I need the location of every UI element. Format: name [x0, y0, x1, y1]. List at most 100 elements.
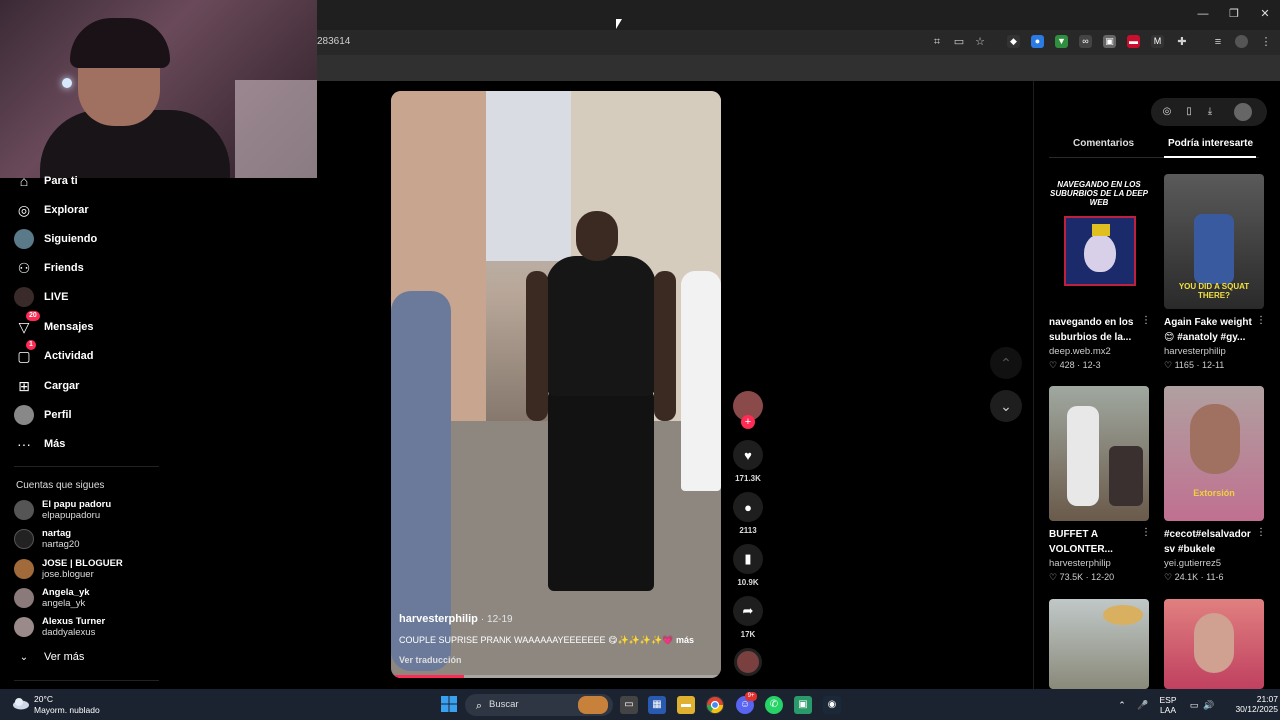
- profile-avatar-icon[interactable]: [1235, 35, 1248, 48]
- url-text[interactable]: 283614: [317, 36, 350, 47]
- sidebar-item-perfil[interactable]: Perfil: [14, 404, 72, 426]
- following-account[interactable]: Angela_yk angela_yk: [14, 584, 90, 612]
- cast-icon[interactable]: ▭: [952, 35, 966, 49]
- chevron-up-icon[interactable]: ⌃: [1113, 696, 1131, 714]
- cloud-weather-icon[interactable]: [12, 696, 30, 710]
- card-title: BUFFET A VOLONTER...: [1049, 529, 1113, 555]
- more-options-icon[interactable]: ⋮: [1256, 315, 1266, 326]
- video-frame: [681, 271, 721, 491]
- more-link[interactable]: más: [676, 635, 694, 645]
- next-video-button[interactable]: ⌄: [990, 390, 1022, 422]
- browser-menu-icon[interactable]: ⋮: [1259, 35, 1273, 49]
- compass-icon[interactable]: ◎: [1160, 105, 1174, 119]
- share-button[interactable]: ➦ 17K: [733, 596, 763, 639]
- account-handle: elpapupadoru: [42, 510, 101, 521]
- avatar[interactable]: [1234, 103, 1252, 121]
- sidebar-item-siguiendo[interactable]: Siguiendo: [14, 228, 97, 250]
- windows-start-icon[interactable]: [440, 696, 458, 714]
- steam-icon[interactable]: ◉: [823, 696, 841, 714]
- sidebar-item-friends[interactable]: ⚇ Friends: [14, 257, 84, 279]
- store-icon[interactable]: ▦: [648, 696, 666, 714]
- recommended-video-card[interactable]: ⋮ BUFFET A VOLONTER... harvesterphilip ♡…: [1049, 386, 1151, 583]
- sidebar-item-para-ti[interactable]: ⌂ Para ti: [14, 170, 78, 192]
- extension-icon[interactable]: ▬: [1127, 35, 1140, 48]
- recommended-video-card[interactable]: [1049, 599, 1150, 689]
- heart-icon: ♥: [733, 440, 763, 470]
- extension-icon[interactable]: ◆: [1007, 35, 1020, 48]
- video-player[interactable]: harvesterphilip · 12-19 COUPLE SUPRISE P…: [391, 91, 721, 678]
- extension-icon[interactable]: ●: [1031, 35, 1044, 48]
- sidebar-item-actividad[interactable]: ▢ 1 Actividad: [14, 340, 94, 367]
- recommended-video-card[interactable]: NAVEGANDO EN LOS SUBURBIOS DE LA DEEP WE…: [1049, 174, 1151, 371]
- volume-icon[interactable]: 🔊: [1200, 696, 1218, 714]
- right-panel: [1033, 81, 1280, 689]
- recommended-video-card[interactable]: [1164, 599, 1265, 689]
- sidebar-item-label: Perfil: [44, 409, 72, 421]
- video-author[interactable]: harvesterphilip · 12-19: [399, 613, 715, 625]
- share-arrow-icon: ➦: [733, 596, 763, 626]
- more-options-icon[interactable]: ⋮: [1256, 527, 1266, 538]
- video-thumbnail: YOU DID A SQUAT THERE?: [1164, 174, 1264, 309]
- previous-video-button[interactable]: ⌃: [990, 347, 1022, 379]
- minimize-button[interactable]: —: [1188, 6, 1218, 22]
- microphone-icon[interactable]: 🎤: [1134, 696, 1152, 714]
- heart-outline-icon: ♡: [1049, 572, 1058, 582]
- extension-icon[interactable]: M: [1151, 35, 1164, 48]
- music-disc-icon[interactable]: [734, 648, 762, 676]
- phone-icon[interactable]: ▯: [1182, 105, 1196, 119]
- account-name: JOSE | BLOGUER: [42, 558, 123, 569]
- video-caption: harvesterphilip · 12-19 COUPLE SUPRISE P…: [399, 613, 715, 665]
- see-more-button[interactable]: ⌄ Ver más: [14, 646, 85, 668]
- sidebar-item-mas[interactable]: ··· Más: [14, 433, 65, 455]
- more-options-icon[interactable]: ⋮: [1141, 527, 1151, 538]
- like-button[interactable]: ♥ 171.3K: [733, 440, 763, 483]
- comment-count: 2113: [739, 526, 757, 535]
- screen: — ❐ ✕ 283614 ⌗ ▭ ☆ ◆ ● ▼ ∞ ▣ ▬ M ✚ ≡ ⋮ ⌂…: [0, 0, 1280, 720]
- video-progress-bar[interactable]: [391, 675, 721, 678]
- clock[interactable]: 21:07 30/12/2025: [1230, 694, 1278, 714]
- tab-podria-interesarte[interactable]: Podría interesarte: [1168, 138, 1253, 149]
- media-control-icon[interactable]: ≡: [1211, 35, 1225, 49]
- sidebar-item-live[interactable]: LIVE: [14, 286, 68, 308]
- following-account[interactable]: El papu padoru elpapupadoru: [14, 496, 111, 524]
- task-view-icon[interactable]: ▭: [620, 696, 638, 714]
- language-indicator[interactable]: ESP LAA: [1156, 695, 1180, 715]
- extension-icon[interactable]: ▣: [1103, 35, 1116, 48]
- more-options-icon[interactable]: ⋮: [1141, 315, 1151, 326]
- card-author: harvesterphilip: [1049, 558, 1111, 569]
- streamer-hair: [70, 18, 170, 68]
- app-icon[interactable]: ▣: [794, 696, 812, 714]
- tab-comentarios[interactable]: Comentarios: [1073, 138, 1134, 149]
- follow-plus-icon[interactable]: +: [741, 415, 755, 429]
- following-account[interactable]: JOSE | BLOGUER jose.bloguer: [14, 555, 123, 583]
- download-icon[interactable]: ⤓: [1203, 105, 1217, 119]
- extension-icon[interactable]: ∞: [1079, 35, 1092, 48]
- file-explorer-icon[interactable]: ▬: [677, 696, 695, 714]
- translate-link[interactable]: Ver traducción: [399, 655, 715, 665]
- sidebar-item-label: Para ti: [44, 175, 78, 187]
- sidebar-item-label: Cargar: [44, 380, 80, 392]
- translate-icon[interactable]: ⌗: [930, 35, 944, 49]
- recommended-video-card[interactable]: Extorsión ⋮ #cecot#elsalvador sv #bukele…: [1164, 386, 1266, 583]
- activity-badge: 1: [26, 340, 36, 350]
- search-highlight-icon[interactable]: [578, 696, 608, 714]
- shield-extension-icon[interactable]: ▼: [1055, 35, 1068, 48]
- card-meta: ♡ 1165 · 12-11: [1164, 360, 1225, 370]
- restore-button[interactable]: ❐: [1219, 6, 1249, 22]
- comment-button[interactable]: ● 2113: [733, 492, 763, 535]
- chrome-icon[interactable]: [706, 696, 724, 714]
- extensions-puzzle-icon[interactable]: ✚: [1175, 35, 1189, 49]
- following-account[interactable]: Alexus Turner daddyalexus: [14, 613, 105, 641]
- thumbnail-text: Extorsión: [1193, 488, 1235, 498]
- bookmark-star-icon[interactable]: ☆: [973, 35, 987, 49]
- sidebar-item-mensajes[interactable]: ▽ 20 Mensajes: [14, 311, 94, 338]
- following-account[interactable]: nartag nartag20: [14, 525, 80, 553]
- recommended-video-card[interactable]: YOU DID A SQUAT THERE? ⋮ Again Fake weig…: [1164, 174, 1266, 371]
- sidebar-item-cargar[interactable]: ⊞ Cargar: [14, 375, 79, 397]
- account-handle: angela_yk: [42, 598, 86, 609]
- sidebar-item-explorar[interactable]: ◎ Explorar: [14, 199, 89, 221]
- save-button[interactable]: ▮ 10.9K: [733, 544, 763, 587]
- whatsapp-icon[interactable]: ✆: [765, 696, 783, 714]
- sidebar-item-label: Explorar: [44, 204, 89, 216]
- close-window-button[interactable]: ✕: [1250, 6, 1280, 22]
